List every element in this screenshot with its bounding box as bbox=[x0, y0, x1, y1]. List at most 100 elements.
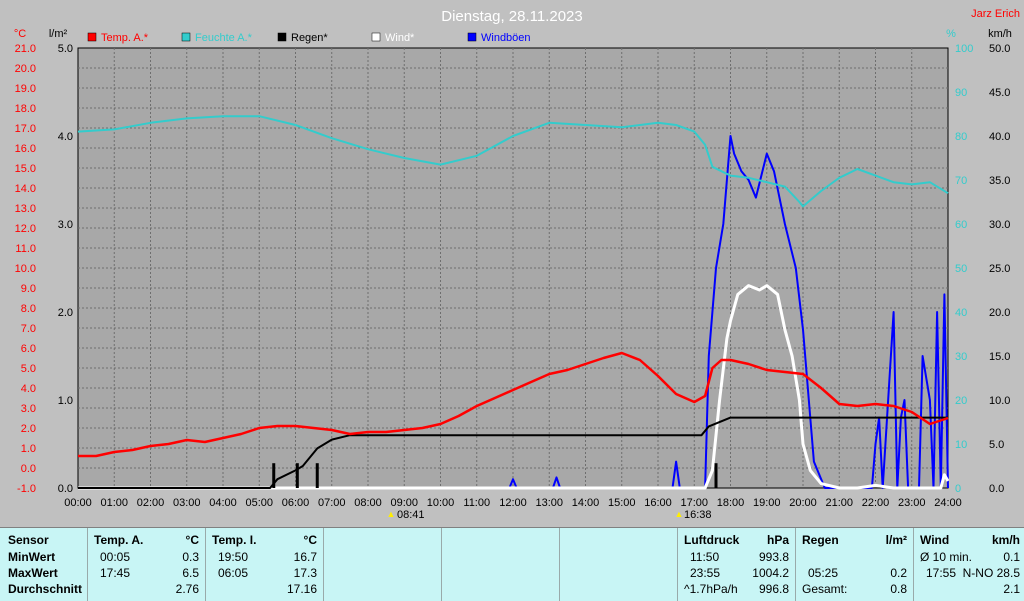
temp-tick-label: 3.0 bbox=[21, 403, 36, 415]
temp-tick-label: 5.0 bbox=[21, 363, 36, 375]
rain-max: 0.2 bbox=[890, 566, 907, 580]
legend-label-wind: Wind* bbox=[385, 32, 415, 44]
temp-a-min-time: 00:05 bbox=[100, 550, 131, 564]
author-label: Jarz Erich bbox=[971, 8, 1020, 20]
rain-tick-label: 0.0 bbox=[58, 483, 73, 495]
temp-a-column: Temp. A. °C 00:05 0.3 17:45 6.5 2.76 bbox=[88, 528, 206, 601]
temp-a-max-time: 17:45 bbox=[100, 566, 131, 580]
time-tick-label: 15:00 bbox=[608, 497, 636, 509]
legend-swatch-temp bbox=[87, 32, 97, 42]
time-tick-label: 14:00 bbox=[572, 497, 600, 509]
hum-tick-label: 10 bbox=[955, 439, 967, 451]
hum-tick-label: 80 bbox=[955, 131, 967, 143]
temp-i-min-time: 19:50 bbox=[218, 550, 249, 564]
rain-tick-label: 2.0 bbox=[58, 307, 73, 319]
time-tick-label: 18:00 bbox=[717, 497, 745, 509]
hum-tick-label: 40 bbox=[955, 307, 967, 319]
wind-tick-label: 20.0 bbox=[989, 307, 1010, 319]
temp-tick-label: 9.0 bbox=[21, 283, 36, 295]
time-tick-label: 05:00 bbox=[245, 497, 273, 509]
wind-max: N-NO 28.5 bbox=[962, 566, 1020, 580]
temp-tick-label: 0.0 bbox=[21, 463, 36, 475]
legend-swatch-hum bbox=[181, 32, 191, 42]
hum-unit-label: % bbox=[946, 28, 956, 40]
time-tick-label: 04:00 bbox=[209, 497, 237, 509]
hum-tick-label: 90 bbox=[955, 87, 967, 99]
hum-tick-label: 70 bbox=[955, 175, 967, 187]
time-tick-label: 22:00 bbox=[862, 497, 890, 509]
wind-tick-label: 15.0 bbox=[989, 351, 1010, 363]
temp-i-column: Temp. I. °C 19:50 16.7 06:05 17.3 17.16 bbox=[206, 528, 324, 601]
temp-tick-label: 13.0 bbox=[15, 203, 36, 215]
temp-a-header: Temp. A. bbox=[94, 533, 144, 547]
weather-chart-page: Dienstag, 28.11.2023 Jarz Erich °C l/m² … bbox=[0, 0, 1024, 601]
temp-tick-label: 21.0 bbox=[15, 43, 36, 55]
wind-tick-label: 30.0 bbox=[989, 219, 1010, 231]
temp-tick-label: 20.0 bbox=[15, 63, 36, 75]
wind-min-label: Ø 10 min. bbox=[920, 550, 973, 564]
temp-tick-label: 15.0 bbox=[15, 163, 36, 175]
weather-chart: Dienstag, 28.11.2023 Jarz Erich °C l/m² … bbox=[0, 0, 1024, 527]
legend-swatch-wind bbox=[371, 32, 381, 42]
temp-tick-label: 6.0 bbox=[21, 343, 36, 355]
wind-tick-label: 40.0 bbox=[989, 131, 1010, 143]
temp-i-max: 17.3 bbox=[293, 566, 317, 580]
sunrise-label: 08:41 bbox=[397, 509, 425, 521]
temp-tick-label: 16.0 bbox=[15, 143, 36, 155]
legend-label-rain: Regen* bbox=[291, 32, 328, 44]
pressure-max-time: 23:55 bbox=[690, 566, 721, 580]
empty-column-3 bbox=[560, 528, 678, 601]
time-tick-label: 06:00 bbox=[282, 497, 310, 509]
temp-tick-label: 18.0 bbox=[15, 103, 36, 115]
rain-tick-label: 1.0 bbox=[58, 395, 73, 407]
row-label-column: Sensor MinWert MaxWert Durchschnitt bbox=[0, 528, 88, 601]
rain-tick-label: 4.0 bbox=[58, 131, 73, 143]
pressure-column: Luftdruck hPa 11:50 993.8 23:55 1004.2 ^… bbox=[678, 528, 796, 601]
wind-header: Wind bbox=[920, 533, 950, 547]
temp-tick-label: 4.0 bbox=[21, 383, 36, 395]
hum-tick-label: 30 bbox=[955, 351, 967, 363]
legend-label-temp: Temp. A.* bbox=[101, 32, 149, 44]
wind-unit-label: km/h bbox=[988, 28, 1012, 40]
time-tick-label: 00:00 bbox=[64, 497, 92, 509]
rain-total-label: Gesamt: bbox=[802, 582, 848, 596]
stats-table: Sensor MinWert MaxWert Durchschnitt Temp… bbox=[0, 527, 1024, 601]
wind-max-time: 17:55 bbox=[926, 566, 957, 580]
legend-label-hum: Feuchte A.* bbox=[195, 32, 253, 44]
hum-tick-label: 50 bbox=[955, 263, 967, 275]
temp-a-avg: 2.76 bbox=[175, 582, 199, 596]
time-tick-label: 12:00 bbox=[499, 497, 527, 509]
pressure-avg: 996.8 bbox=[758, 582, 789, 596]
time-tick-label: 07:00 bbox=[318, 497, 346, 509]
empty-column-1 bbox=[324, 528, 442, 601]
temp-tick-label: 8.0 bbox=[21, 303, 36, 315]
temp-tick-label: 12.0 bbox=[15, 223, 36, 235]
wind-tick-label: 10.0 bbox=[989, 395, 1010, 407]
temp-i-header: Temp. I. bbox=[212, 533, 257, 547]
row-label-sensor: Sensor bbox=[8, 533, 49, 547]
hum-tick-label: 60 bbox=[955, 219, 967, 231]
row-label-max: MaxWert bbox=[8, 566, 58, 580]
temp-tick-label: 11.0 bbox=[15, 243, 36, 255]
temp-a-min: 0.3 bbox=[182, 550, 199, 564]
wind-unit: km/h bbox=[991, 533, 1020, 547]
wind-column: Wind km/h Ø 10 min. 0.1 17:55 N-NO 28.5 … bbox=[914, 528, 1024, 601]
row-label-avg: Durchschnitt bbox=[8, 582, 83, 596]
rain-header: Regen bbox=[802, 533, 839, 547]
time-tick-label: 10:00 bbox=[427, 497, 455, 509]
sunset-label: 16:38 bbox=[684, 509, 712, 521]
hum-tick-label: 0 bbox=[955, 483, 961, 495]
hum-tick-label: 20 bbox=[955, 395, 967, 407]
temp-a-unit: °C bbox=[185, 533, 199, 547]
legend-label-gust: Windböen bbox=[481, 32, 531, 44]
pressure-min: 993.8 bbox=[758, 550, 789, 564]
temp-a-max: 6.5 bbox=[182, 566, 199, 580]
temp-tick-label: 19.0 bbox=[15, 83, 36, 95]
temp-i-max-time: 06:05 bbox=[218, 566, 249, 580]
wind-tick-label: 50.0 bbox=[989, 43, 1010, 55]
wind-avg: 2.1 bbox=[1003, 582, 1020, 596]
time-tick-label: 20:00 bbox=[789, 497, 817, 509]
wind-tick-label: 45.0 bbox=[989, 87, 1010, 99]
rain-column: Regen l/m² 05:25 0.2 Gesamt: 0.8 bbox=[796, 528, 914, 601]
pressure-max: 1004.2 bbox=[752, 566, 789, 580]
